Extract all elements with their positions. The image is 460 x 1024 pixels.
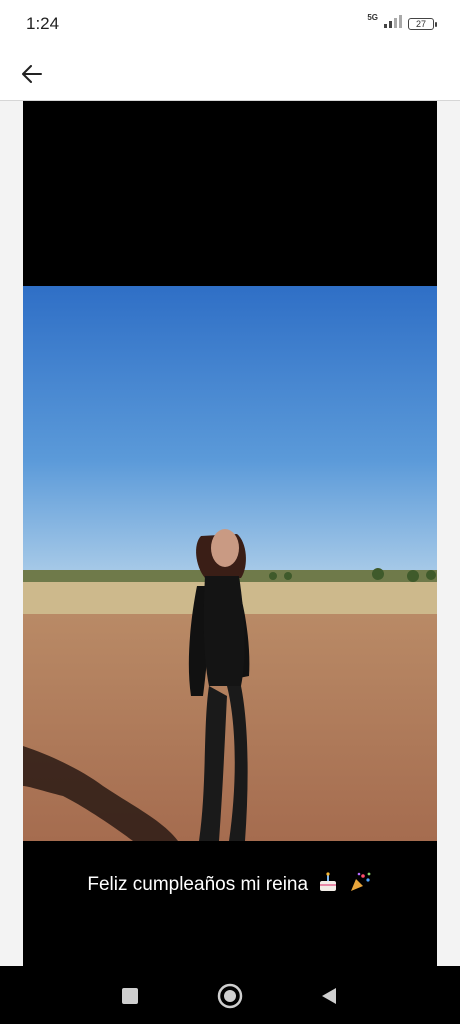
circle-icon (217, 983, 243, 1009)
confetti-icon (349, 871, 373, 899)
story-caption: Feliz cumpleaños mi reina (23, 871, 437, 899)
status-icons: 5G 27 (367, 12, 437, 33)
status-bar: 1:24 5G 27 (0, 0, 460, 48)
story-viewer[interactable]: Feliz cumpleaños mi reina (23, 101, 437, 966)
recents-button[interactable] (114, 980, 146, 1012)
back-button[interactable] (14, 56, 50, 92)
battery-level: 27 (415, 18, 426, 29)
arrow-left-icon (22, 65, 42, 83)
navigation-bar (0, 966, 460, 1024)
signal-icon (384, 14, 402, 33)
home-button[interactable] (214, 980, 246, 1012)
triangle-back-icon (322, 988, 336, 1004)
cake-icon (317, 871, 339, 899)
status-time: 1:24 (26, 14, 60, 33)
nav-back-button[interactable] (313, 980, 345, 1012)
battery-icon: 27 (408, 17, 437, 30)
square-icon (122, 988, 138, 1004)
network-type: 5G (367, 12, 378, 22)
app-bar (0, 48, 460, 101)
story-photo (23, 286, 437, 841)
caption-text: Feliz cumpleaños mi reina (87, 874, 309, 896)
